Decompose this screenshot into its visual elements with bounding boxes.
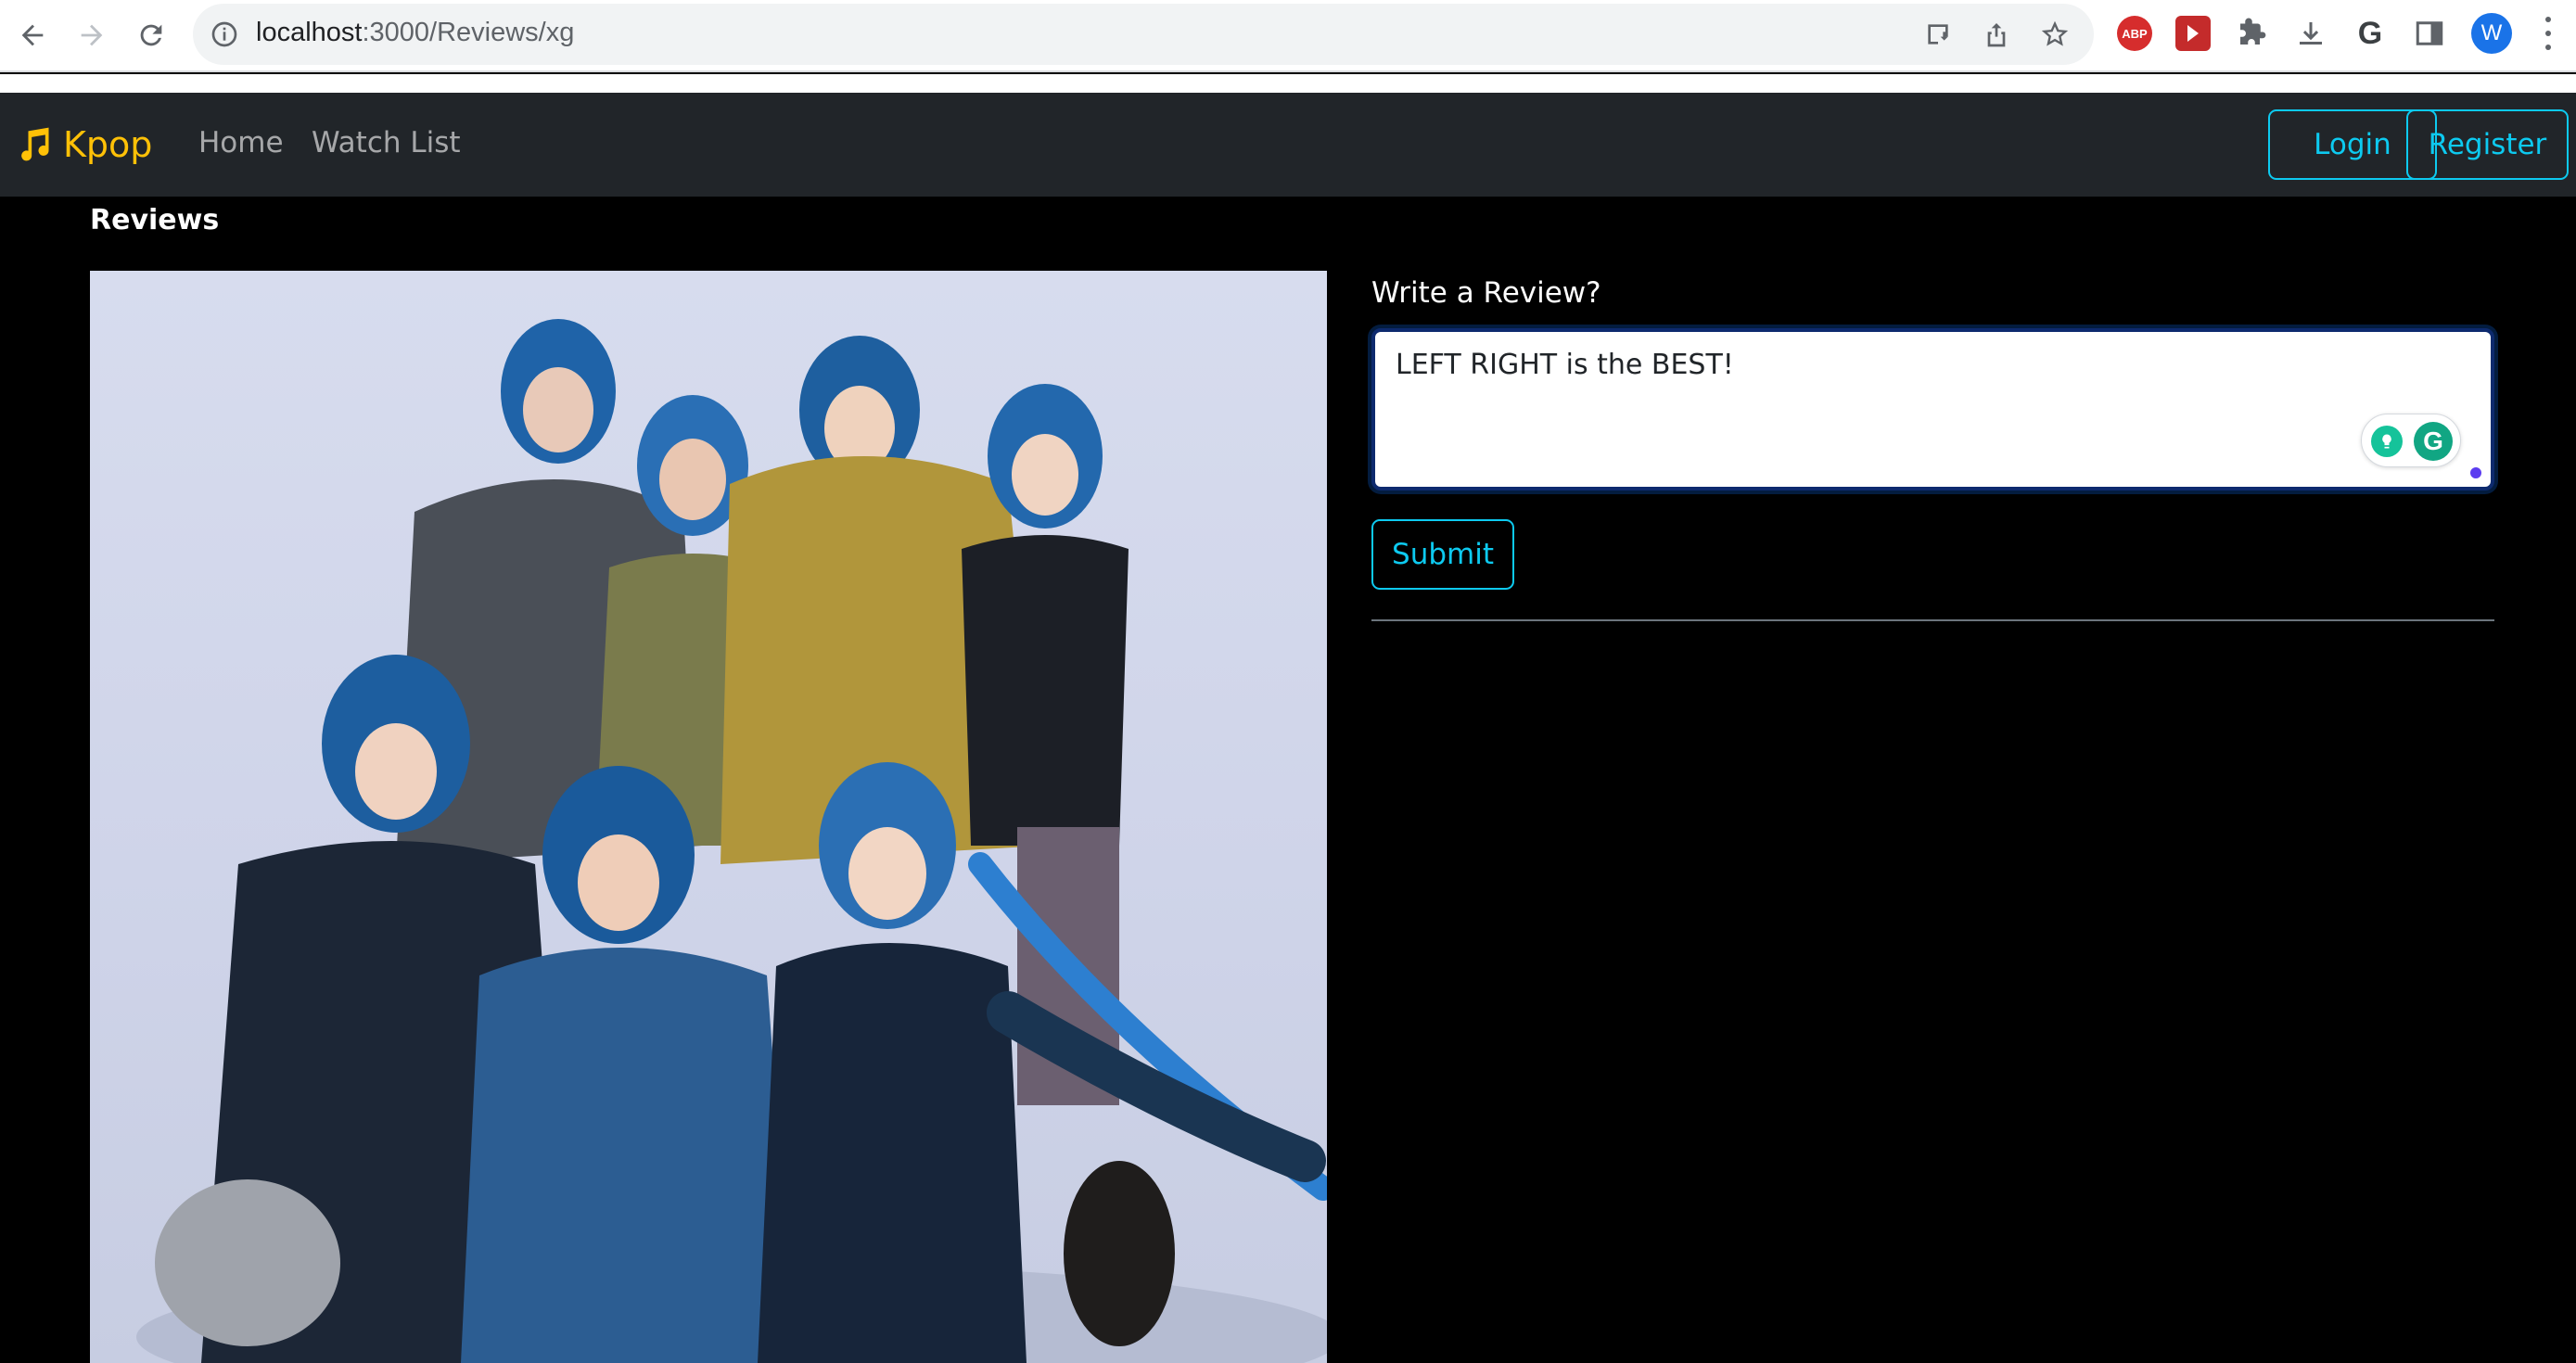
divider — [1371, 619, 2494, 621]
side-panel-icon[interactable] — [2412, 16, 2447, 51]
reload-icon[interactable] — [128, 12, 174, 58]
grammarly-suggestion-icon[interactable] — [2371, 426, 2403, 457]
page-top-strip — [0, 74, 2576, 93]
submit-button[interactable]: Submit — [1371, 519, 1514, 590]
site-info-icon[interactable] — [210, 19, 239, 49]
page-title: Reviews — [90, 204, 220, 236]
url-text: localhost:3000/Reviews/xg — [256, 18, 575, 47]
music-note-icon — [21, 127, 49, 161]
resize-handle-icon[interactable] — [2470, 467, 2481, 478]
back-arrow-icon[interactable] — [9, 12, 56, 58]
brand-link[interactable]: Kpop — [13, 121, 152, 169]
brand-name: Kpop — [63, 124, 153, 165]
app-navbar: Kpop Home Watch List Login Register — [0, 93, 2576, 197]
review-form-label: Write a Review? — [1371, 276, 1601, 310]
kebab-menu-icon[interactable] — [2539, 17, 2557, 50]
group-photo-illustration — [136, 319, 1327, 1363]
address-bar[interactable]: localhost:3000/Reviews/xg — [193, 4, 2094, 65]
share-icon[interactable] — [1980, 18, 2013, 51]
nav-link-home[interactable]: Home — [198, 126, 284, 159]
install-app-icon[interactable] — [1921, 18, 1955, 51]
video-extension-icon[interactable] — [2175, 16, 2211, 51]
forward-arrow-icon[interactable] — [69, 12, 115, 58]
register-button[interactable]: Register — [2406, 109, 2569, 180]
google-extension-icon[interactable]: G — [2353, 16, 2388, 51]
bookmark-star-icon[interactable] — [2038, 18, 2072, 51]
grammarly-logo-icon[interactable]: G — [2414, 422, 2453, 461]
review-textarea[interactable] — [1371, 328, 2494, 490]
browser-toolbar: localhost:3000/Reviews/xg ABP G W — [0, 0, 2576, 72]
adblock-plus-icon[interactable]: ABP — [2117, 16, 2152, 51]
nav-link-watch-list[interactable]: Watch List — [312, 126, 461, 159]
puzzle-extensions-icon[interactable] — [2234, 16, 2269, 51]
grammarly-widget[interactable]: G — [2361, 414, 2461, 467]
group-photo — [90, 271, 1327, 1363]
profile-avatar[interactable]: W — [2471, 13, 2512, 54]
download-icon[interactable] — [2293, 16, 2328, 51]
